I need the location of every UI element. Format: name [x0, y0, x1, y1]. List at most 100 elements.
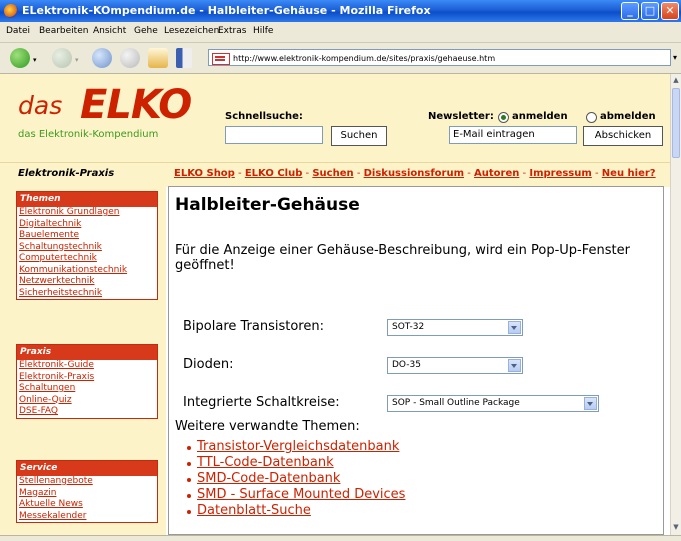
diode-select[interactable]: DO-35	[387, 357, 523, 374]
reload-icon[interactable]	[92, 48, 112, 68]
site-icon	[212, 53, 230, 65]
newsletter-submit-button[interactable]: Abschicken	[583, 126, 663, 146]
chevron-down-icon[interactable]	[508, 321, 521, 334]
logo-das[interactable]: das	[18, 91, 62, 120]
ic-select[interactable]: SOP - Small Outline Package	[387, 395, 599, 412]
logo-elko[interactable]: ELKO	[80, 82, 192, 128]
stop-icon[interactable]	[120, 48, 140, 68]
menu-gehe[interactable]: Gehe	[134, 26, 158, 36]
navigation-toolbar: ▾ ▾ http://www.elektronik-kompendium.de/…	[0, 43, 681, 74]
bullet-icon	[187, 462, 191, 466]
maximize-button[interactable]: □	[641, 2, 659, 20]
intro-text: Für die Anzeige einer Gehäuse-Beschreibu…	[175, 243, 630, 273]
sidebar-item[interactable]: Netzwerktechnik	[17, 276, 157, 288]
site-header: das ELKO das Elektronik-Kompendium Schne…	[0, 74, 670, 162]
url-input[interactable]: http://www.elektronik-kompendium.de/site…	[208, 49, 671, 66]
link-suchen[interactable]: Suchen	[312, 168, 353, 179]
scroll-down-icon[interactable]: ▼	[672, 523, 680, 531]
scroll-up-icon[interactable]: ▲	[672, 76, 680, 84]
sidebar-item[interactable]: Elektronik-Guide	[17, 360, 157, 372]
close-button[interactable]: ✕	[661, 2, 679, 20]
sidebar-item[interactable]: Digitaltechnik	[17, 219, 157, 231]
related-link[interactable]: TTL-Code-Datenbank	[197, 455, 334, 470]
related-link[interactable]: Datenblatt-Suche	[197, 503, 311, 518]
sidebar-praxis: Praxis Elektronik-Guide Elektronik-Praxi…	[16, 344, 158, 419]
related-link[interactable]: Transistor-Vergleichsdatenbank	[197, 439, 399, 454]
link-elko-shop[interactable]: ELKO Shop	[174, 168, 235, 179]
link-diskussionsforum[interactable]: Diskussionsforum	[364, 168, 464, 179]
menu-datei[interactable]: Datei	[6, 26, 30, 36]
sidebar-item[interactable]: Stellenangebote	[17, 476, 157, 488]
subscribe-label: anmelden	[512, 111, 568, 122]
diode-select-value: DO-35	[392, 360, 421, 370]
sidebar-item[interactable]: Computertechnik	[17, 253, 157, 265]
link-separator: -	[522, 168, 527, 179]
newsletter-label: Newsletter:	[428, 111, 494, 122]
ic-select-value: SOP - Small Outline Package	[392, 398, 520, 408]
section-label: Elektronik-Praxis	[18, 168, 115, 179]
minimize-button[interactable]: _	[621, 2, 639, 20]
unsubscribe-radio[interactable]	[586, 112, 597, 123]
sidebar-service: Service Stellenangebote Magazin Aktuelle…	[16, 460, 158, 523]
related-link[interactable]: SMD-Code-Datenbank	[197, 471, 340, 486]
search-button[interactable]: Suchen	[331, 126, 387, 146]
link-separator: -	[467, 168, 471, 179]
sidebar-item[interactable]: Elektronik-Praxis	[17, 372, 157, 384]
sidebar-item[interactable]: Online-Quiz	[17, 395, 157, 407]
bookmarks-icon[interactable]	[176, 48, 192, 68]
sidebar-item[interactable]: Messekalender	[17, 511, 157, 523]
sidebar-item[interactable]: Magazin	[17, 488, 157, 500]
sidebar-item[interactable]: Bauelemente	[17, 230, 157, 242]
forward-dropdown-icon[interactable]: ▾	[75, 56, 79, 64]
back-dropdown-icon[interactable]: ▾	[33, 56, 37, 64]
sidebar-item[interactable]: Aktuelle News	[17, 499, 157, 511]
bullet-icon	[187, 446, 191, 450]
firefox-icon	[4, 4, 18, 18]
menu-extras[interactable]: Extras	[218, 26, 246, 36]
sidebar-themen-title: Themen	[17, 192, 157, 207]
forward-icon[interactable]	[52, 48, 72, 68]
sidebar-item[interactable]: Sicherheitstechnik	[17, 288, 157, 300]
link-separator: -	[238, 168, 242, 179]
chevron-down-icon[interactable]	[584, 397, 597, 410]
url-text: http://www.elektronik-kompendium.de/site…	[233, 54, 496, 63]
page-title: Halbleiter-Gehäuse	[175, 195, 360, 215]
sidebar-praxis-title: Praxis	[17, 345, 157, 360]
window-title: ELektronik-KOmpendium.de - Halbleiter-Ge…	[22, 4, 431, 17]
unsubscribe-label: abmelden	[600, 111, 656, 122]
sidebar-item[interactable]: Kommunikationstechnik	[17, 265, 157, 277]
newsletter-email-input[interactable]: E-Mail eintragen	[449, 126, 577, 144]
subheader-bar: Elektronik-Praxis ELKO Shop - ELKO Club …	[0, 162, 670, 187]
back-icon[interactable]	[10, 48, 30, 68]
scrollbar-thumb[interactable]	[672, 88, 680, 158]
menu-bar: Datei Bearbeiten Ansicht Gehe Lesezeiche…	[0, 22, 681, 43]
chevron-down-icon[interactable]	[508, 359, 521, 372]
menu-hilfe[interactable]: Hilfe	[253, 26, 273, 36]
status-bar	[0, 535, 681, 541]
diode-label: Dioden:	[183, 357, 234, 372]
related-link[interactable]: SMD - Surface Mounted Devices	[197, 487, 405, 502]
menu-lesezeichen[interactable]: Lesezeichen	[164, 26, 219, 36]
url-dropdown-icon[interactable]: ▾	[673, 53, 677, 62]
link-elko-club[interactable]: ELKO Club	[245, 168, 303, 179]
bullet-icon	[187, 494, 191, 498]
transistor-select[interactable]: SOT-32	[387, 319, 523, 336]
link-autoren[interactable]: Autoren	[474, 168, 519, 179]
search-input[interactable]	[225, 126, 323, 144]
menu-ansicht[interactable]: Ansicht	[93, 26, 126, 36]
link-neu-hier[interactable]: Neu hier?	[602, 168, 656, 179]
sidebar-item[interactable]: Schaltungen	[17, 383, 157, 395]
window-titlebar[interactable]: ELektronik-KOmpendium.de - Halbleiter-Ge…	[0, 0, 681, 22]
home-icon[interactable]	[148, 48, 168, 68]
bullet-icon	[187, 478, 191, 482]
link-separator: -	[595, 168, 599, 179]
logo-subtitle: das Elektronik-Kompendium	[18, 129, 159, 140]
page-content: das ELKO das Elektronik-Kompendium Schne…	[0, 74, 670, 535]
link-impressum[interactable]: Impressum	[529, 168, 591, 179]
sidebar-item[interactable]: Elektronik Grundlagen	[17, 207, 157, 219]
subscribe-radio[interactable]	[498, 112, 509, 123]
sidebar-item[interactable]: DSE-FAQ	[17, 406, 157, 418]
menu-bearbeiten[interactable]: Bearbeiten	[39, 26, 88, 36]
sidebar-item[interactable]: Schaltungstechnik	[17, 242, 157, 254]
vertical-scrollbar[interactable]: ▲ ▼	[670, 74, 681, 535]
